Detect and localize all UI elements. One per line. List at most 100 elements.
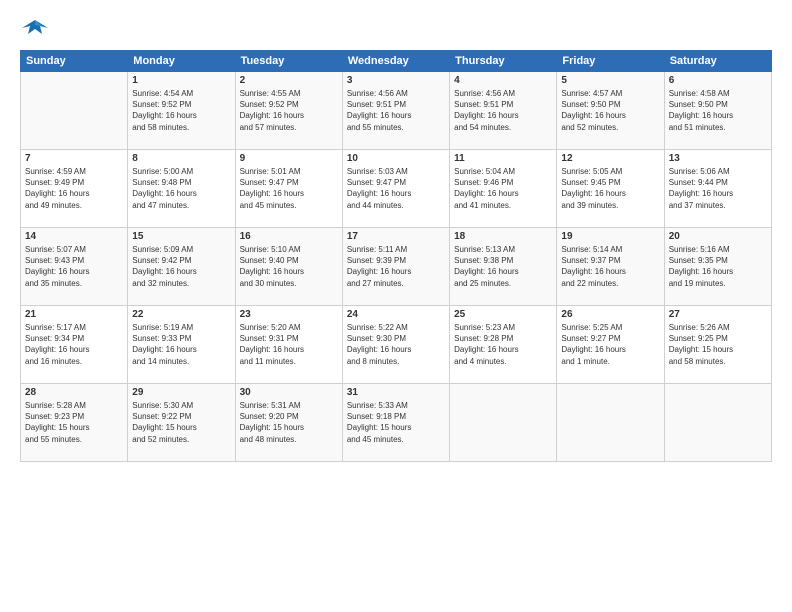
day-content: Sunrise: 5:10 AM Sunset: 9:40 PM Dayligh… <box>240 244 338 289</box>
day-content: Sunrise: 5:00 AM Sunset: 9:48 PM Dayligh… <box>132 166 230 211</box>
day-number: 2 <box>240 75 338 86</box>
calendar-cell: 12 Sunrise: 5:05 AM Sunset: 9:45 PM Dayli… <box>557 150 664 228</box>
page: SundayMondayTuesdayWednesdayThursdayFrid… <box>0 0 792 612</box>
calendar-cell: 7 Sunrise: 4:59 AM Sunset: 9:49 PM Daylig… <box>21 150 128 228</box>
week-row-5: 28 Sunrise: 5:28 AM Sunset: 9:23 PM Dayli… <box>21 384 772 462</box>
day-content: Sunrise: 5:04 AM Sunset: 9:46 PM Dayligh… <box>454 166 552 211</box>
calendar-cell: 23 Sunrise: 5:20 AM Sunset: 9:31 PM Dayli… <box>235 306 342 384</box>
calendar-cell: 15 Sunrise: 5:09 AM Sunset: 9:42 PM Dayli… <box>128 228 235 306</box>
week-row-2: 7 Sunrise: 4:59 AM Sunset: 9:49 PM Daylig… <box>21 150 772 228</box>
col-header-wednesday: Wednesday <box>342 51 449 72</box>
day-content: Sunrise: 5:11 AM Sunset: 9:39 PM Dayligh… <box>347 244 445 289</box>
day-content: Sunrise: 5:06 AM Sunset: 9:44 PM Dayligh… <box>669 166 767 211</box>
calendar-cell: 27Sunrise: 5:26 AM Sunset: 9:25 PM Dayli… <box>664 306 771 384</box>
day-content: Sunrise: 4:56 AM Sunset: 9:51 PM Dayligh… <box>454 88 552 133</box>
col-header-monday: Monday <box>128 51 235 72</box>
calendar-cell: 10Sunrise: 5:03 AM Sunset: 9:47 PM Dayli… <box>342 150 449 228</box>
calendar-cell: 26Sunrise: 5:25 AM Sunset: 9:27 PM Dayli… <box>557 306 664 384</box>
day-content: Sunrise: 4:57 AM Sunset: 9:50 PM Dayligh… <box>561 88 659 133</box>
calendar-cell: 14 Sunrise: 5:07 AM Sunset: 9:43 PM Dayli… <box>21 228 128 306</box>
day-number: 30 <box>240 387 338 398</box>
calendar-cell: 29 Sunrise: 5:30 AM Sunset: 9:22 PM Dayli… <box>128 384 235 462</box>
day-content: Sunrise: 5:30 AM Sunset: 9:22 PM Dayligh… <box>132 400 230 445</box>
week-row-1: 1 Sunrise: 4:54 AM Sunset: 9:52 PM Daylig… <box>21 72 772 150</box>
calendar-cell: 19 Sunrise: 5:14 AM Sunset: 9:37 PM Dayli… <box>557 228 664 306</box>
calendar-cell <box>450 384 557 462</box>
day-number: 13 <box>669 153 767 164</box>
day-content: Sunrise: 4:54 AM Sunset: 9:52 PM Dayligh… <box>132 88 230 133</box>
day-number: 16 <box>240 231 338 242</box>
calendar-cell: 9 Sunrise: 5:01 AM Sunset: 9:47 PM Daylig… <box>235 150 342 228</box>
day-content: Sunrise: 5:17 AM Sunset: 9:34 PM Dayligh… <box>25 322 123 367</box>
day-number: 22 <box>132 309 230 320</box>
day-number: 11 <box>454 153 552 164</box>
day-content: Sunrise: 5:09 AM Sunset: 9:42 PM Dayligh… <box>132 244 230 289</box>
day-content: Sunrise: 5:01 AM Sunset: 9:47 PM Dayligh… <box>240 166 338 211</box>
day-content: Sunrise: 4:58 AM Sunset: 9:50 PM Dayligh… <box>669 88 767 133</box>
day-number: 7 <box>25 153 123 164</box>
calendar-cell <box>557 384 664 462</box>
calendar-cell: 8 Sunrise: 5:00 AM Sunset: 9:48 PM Daylig… <box>128 150 235 228</box>
calendar-cell <box>21 72 128 150</box>
calendar-cell <box>664 384 771 462</box>
day-content: Sunrise: 5:22 AM Sunset: 9:30 PM Dayligh… <box>347 322 445 367</box>
week-row-4: 21 Sunrise: 5:17 AM Sunset: 9:34 PM Dayli… <box>21 306 772 384</box>
calendar-cell: 17 Sunrise: 5:11 AM Sunset: 9:39 PM Dayli… <box>342 228 449 306</box>
calendar-cell: 3Sunrise: 4:56 AM Sunset: 9:51 PM Daylig… <box>342 72 449 150</box>
col-header-tuesday: Tuesday <box>235 51 342 72</box>
logo <box>20 16 54 40</box>
day-number: 9 <box>240 153 338 164</box>
calendar-table: SundayMondayTuesdayWednesdayThursdayFrid… <box>20 50 772 462</box>
day-content: Sunrise: 5:31 AM Sunset: 9:20 PM Dayligh… <box>240 400 338 445</box>
day-content: Sunrise: 5:05 AM Sunset: 9:45 PM Dayligh… <box>561 166 659 211</box>
day-content: Sunrise: 5:16 AM Sunset: 9:35 PM Dayligh… <box>669 244 767 289</box>
day-number: 28 <box>25 387 123 398</box>
calendar-cell: 21 Sunrise: 5:17 AM Sunset: 9:34 PM Dayli… <box>21 306 128 384</box>
day-number: 21 <box>25 309 123 320</box>
calendar-cell: 2 Sunrise: 4:55 AM Sunset: 9:52 PM Daylig… <box>235 72 342 150</box>
day-content: Sunrise: 5:14 AM Sunset: 9:37 PM Dayligh… <box>561 244 659 289</box>
day-number: 14 <box>25 231 123 242</box>
day-content: Sunrise: 5:26 AM Sunset: 9:25 PM Dayligh… <box>669 322 767 367</box>
calendar-cell: 4 Sunrise: 4:56 AM Sunset: 9:51 PM Daylig… <box>450 72 557 150</box>
calendar-cell: 1 Sunrise: 4:54 AM Sunset: 9:52 PM Daylig… <box>128 72 235 150</box>
day-number: 12 <box>561 153 659 164</box>
day-content: Sunrise: 4:59 AM Sunset: 9:49 PM Dayligh… <box>25 166 123 211</box>
day-number: 23 <box>240 309 338 320</box>
calendar-cell: 20 Sunrise: 5:16 AM Sunset: 9:35 PM Dayli… <box>664 228 771 306</box>
day-number: 29 <box>132 387 230 398</box>
day-content: Sunrise: 4:55 AM Sunset: 9:52 PM Dayligh… <box>240 88 338 133</box>
day-number: 8 <box>132 153 230 164</box>
day-content: Sunrise: 5:33 AM Sunset: 9:18 PM Dayligh… <box>347 400 445 445</box>
day-content: Sunrise: 5:20 AM Sunset: 9:31 PM Dayligh… <box>240 322 338 367</box>
day-number: 17 <box>347 231 445 242</box>
day-content: Sunrise: 5:13 AM Sunset: 9:38 PM Dayligh… <box>454 244 552 289</box>
day-number: 6 <box>669 75 767 86</box>
day-number: 10 <box>347 153 445 164</box>
day-number: 3 <box>347 75 445 86</box>
day-number: 20 <box>669 231 767 242</box>
week-row-3: 14 Sunrise: 5:07 AM Sunset: 9:43 PM Dayli… <box>21 228 772 306</box>
day-number: 4 <box>454 75 552 86</box>
day-number: 15 <box>132 231 230 242</box>
calendar-cell: 16 Sunrise: 5:10 AM Sunset: 9:40 PM Dayli… <box>235 228 342 306</box>
day-content: Sunrise: 5:23 AM Sunset: 9:28 PM Dayligh… <box>454 322 552 367</box>
calendar-cell: 5Sunrise: 4:57 AM Sunset: 9:50 PM Daylig… <box>557 72 664 150</box>
calendar-cell: 22 Sunrise: 5:19 AM Sunset: 9:33 PM Dayli… <box>128 306 235 384</box>
header-row: SundayMondayTuesdayWednesdayThursdayFrid… <box>21 51 772 72</box>
day-number: 1 <box>132 75 230 86</box>
day-number: 25 <box>454 309 552 320</box>
calendar-cell: 30 Sunrise: 5:31 AM Sunset: 9:20 PM Dayli… <box>235 384 342 462</box>
col-header-thursday: Thursday <box>450 51 557 72</box>
calendar-cell: 28 Sunrise: 5:28 AM Sunset: 9:23 PM Dayli… <box>21 384 128 462</box>
calendar-cell: 31Sunrise: 5:33 AM Sunset: 9:18 PM Dayli… <box>342 384 449 462</box>
col-header-sunday: Sunday <box>21 51 128 72</box>
day-content: Sunrise: 5:28 AM Sunset: 9:23 PM Dayligh… <box>25 400 123 445</box>
calendar-cell: 11 Sunrise: 5:04 AM Sunset: 9:46 PM Dayli… <box>450 150 557 228</box>
day-content: Sunrise: 5:19 AM Sunset: 9:33 PM Dayligh… <box>132 322 230 367</box>
day-number: 18 <box>454 231 552 242</box>
calendar-cell: 13 Sunrise: 5:06 AM Sunset: 9:44 PM Dayli… <box>664 150 771 228</box>
day-content: Sunrise: 5:07 AM Sunset: 9:43 PM Dayligh… <box>25 244 123 289</box>
day-number: 19 <box>561 231 659 242</box>
col-header-saturday: Saturday <box>664 51 771 72</box>
